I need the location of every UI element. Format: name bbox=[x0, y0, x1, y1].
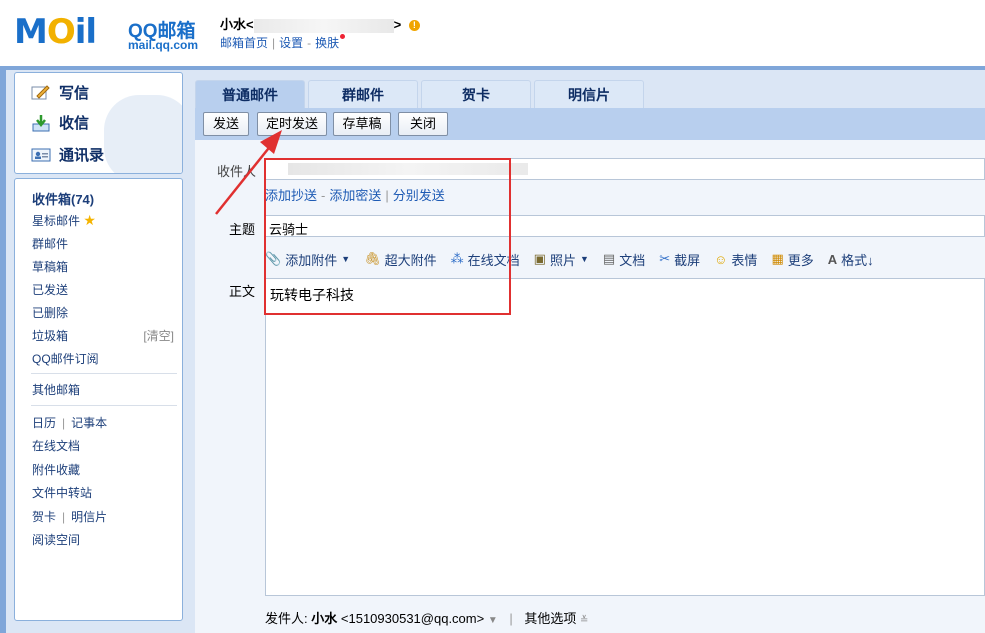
more-button[interactable]: ▦ 更多 bbox=[771, 250, 813, 269]
compose-label: 写信 bbox=[59, 85, 90, 102]
header-links: 邮箱首页 | 设置 - 换肤 bbox=[220, 34, 346, 51]
photo-button[interactable]: ▣ 照片 ▼ bbox=[534, 250, 589, 269]
folder-deleted[interactable]: 已删除 bbox=[32, 304, 68, 321]
tool-postcards[interactable]: 明信片 bbox=[71, 510, 107, 524]
other-mailboxes[interactable]: 其他邮箱 bbox=[32, 381, 80, 398]
logo-text: MOil bbox=[14, 12, 97, 52]
chevron-down-icon[interactable]: ▼ bbox=[341, 254, 350, 264]
folder-drafts[interactable]: 草稿箱 bbox=[32, 258, 68, 275]
subject-value: 云骑士 bbox=[269, 222, 309, 237]
divider bbox=[31, 405, 177, 406]
folder-subscriptions[interactable]: QQ邮件订阅 bbox=[32, 350, 99, 367]
screenshot-icon: ✂ bbox=[659, 251, 671, 266]
tool-attachment-favorites[interactable]: 附件收藏 bbox=[32, 461, 80, 478]
sender-bar: 发件人: 小水 <1510930531@qq.com> ▼ | 其他选项 ≚ bbox=[265, 611, 589, 626]
redacted-recipient bbox=[288, 163, 528, 175]
body-label: 正文 bbox=[229, 284, 256, 299]
more-options-link[interactable]: 其他选项 bbox=[524, 611, 576, 626]
compose-icon bbox=[31, 84, 51, 102]
tab-normal-mail[interactable]: 普通邮件 bbox=[195, 80, 305, 108]
link-skin[interactable]: 换肤 bbox=[315, 36, 339, 50]
save-draft-button[interactable]: 存草稿 bbox=[333, 112, 391, 136]
tab-group-mail[interactable]: 群邮件 bbox=[308, 80, 418, 108]
add-attachment-button[interactable]: 📎 添加附件 ▼ bbox=[265, 250, 350, 269]
large-attachment-button[interactable]: 🖇 超大附件 bbox=[364, 250, 437, 269]
add-cc-link[interactable]: 添加抄送 bbox=[265, 188, 317, 203]
user-name: 小水 bbox=[220, 17, 247, 32]
send-button[interactable]: 发送 bbox=[203, 112, 249, 136]
document-button[interactable]: ▤ 文档 bbox=[603, 250, 645, 269]
sender-name: 小水 bbox=[311, 611, 338, 626]
folder-sent[interactable]: 已发送 bbox=[32, 281, 68, 298]
close-button[interactable]: 关闭 bbox=[398, 112, 448, 136]
tool-reading-space[interactable]: 阅读空间 bbox=[32, 531, 80, 548]
brand-domain: mail.qq.com bbox=[128, 38, 199, 52]
screenshot-button[interactable]: ✂ 截屏 bbox=[659, 250, 700, 269]
subject-field[interactable]: 云骑士 bbox=[265, 215, 985, 237]
subject-label: 主题 bbox=[229, 222, 256, 237]
inbox-check-label: 收信 bbox=[59, 115, 90, 132]
share-nodes-icon: ⁂ bbox=[450, 251, 464, 266]
folder-starred[interactable]: 星标邮件 ★ bbox=[32, 212, 96, 229]
header: MOil QQ邮箱 mail.qq.com 小水< > ! 邮箱首页 | 设置 - 换肤 bbox=[0, 0, 985, 66]
tool-calendar-notes: 日历 | 记事本 bbox=[32, 416, 108, 430]
star-icon: ★ bbox=[83, 212, 96, 228]
warning-icon[interactable]: ! bbox=[408, 20, 420, 32]
contacts-icon bbox=[31, 146, 51, 164]
tab-greeting-card[interactable]: 贺卡 bbox=[421, 80, 531, 108]
body-editor[interactable]: 玩转电子科技 bbox=[265, 278, 985, 596]
double-chevron-down-icon[interactable]: ≚ bbox=[580, 615, 588, 626]
grid-icon: ▦ bbox=[771, 251, 784, 266]
compose-toolbar: 发送 定时发送 存草稿 关闭 bbox=[195, 108, 985, 140]
body-value: 玩转电子科技 bbox=[270, 287, 354, 303]
user-info: 小水< > ! bbox=[220, 14, 420, 33]
smiley-icon: ☺ bbox=[714, 251, 728, 267]
inbox-check-button[interactable]: 收信 bbox=[31, 112, 89, 133]
folder-panel: 收件箱(74) 星标邮件 ★ 群邮件 草稿箱 已发送 已删除 垃圾箱 [清空] … bbox=[14, 178, 183, 621]
tool-notes[interactable]: 记事本 bbox=[71, 416, 107, 430]
link-settings[interactable]: 设置 bbox=[279, 36, 303, 50]
tab-postcard[interactable]: 明信片 bbox=[534, 80, 644, 108]
contacts-button[interactable]: 通讯录 bbox=[31, 144, 104, 165]
tool-cards-postcards: 贺卡 | 明信片 bbox=[32, 510, 108, 524]
chevron-down-icon[interactable]: ▼ bbox=[488, 615, 498, 626]
folder-inbox[interactable]: 收件箱(74) bbox=[32, 189, 94, 208]
separate-send-link[interactable]: 分别发送 bbox=[393, 188, 445, 203]
document-icon: ▤ bbox=[602, 251, 616, 266]
recipient-options: 添加抄送 - 添加密送 | 分别发送 bbox=[265, 188, 445, 203]
tool-cards[interactable]: 贺卡 bbox=[32, 510, 56, 524]
format-button[interactable]: A 格式↓ bbox=[828, 250, 874, 269]
inbox-download-icon bbox=[31, 114, 51, 132]
photo-icon: ▣ bbox=[533, 251, 546, 266]
qq-mail-logo[interactable]: MOil QQ邮箱 mail.qq.com bbox=[14, 12, 204, 54]
chevron-down-icon[interactable]: ▼ bbox=[580, 254, 589, 264]
font-a-icon: A bbox=[827, 251, 838, 267]
penguin-watermark-icon bbox=[104, 95, 182, 173]
divider bbox=[31, 373, 177, 374]
primary-actions-panel: 写信 收信 通讯录 bbox=[14, 72, 183, 174]
redacted-email bbox=[253, 18, 394, 33]
link-mail-home[interactable]: 邮箱首页 bbox=[220, 36, 268, 50]
sender-label: 发件人: bbox=[265, 611, 308, 626]
format-toolbar: 📎 添加附件 ▼ 🖇 超大附件 ⁂ 在线文档 ▣ 照片 ▼ ▤ 文档 ✂ 截屏 ☺ 表情 ▦ 更多 … bbox=[265, 248, 874, 270]
folder-spam[interactable]: 垃圾箱 bbox=[32, 327, 68, 344]
tool-file-transfer[interactable]: 文件中转站 bbox=[32, 484, 92, 501]
compose-button[interactable]: 写信 bbox=[31, 82, 89, 103]
notification-dot bbox=[340, 34, 346, 39]
tool-calendar[interactable]: 日历 bbox=[32, 416, 56, 430]
folder-group-mail[interactable]: 群邮件 bbox=[32, 235, 68, 252]
to-label: 收件人 bbox=[217, 164, 257, 179]
contacts-label: 通讯录 bbox=[59, 147, 105, 164]
empty-spam-link[interactable]: [清空] bbox=[143, 327, 174, 344]
add-bcc-link[interactable]: 添加密送 bbox=[329, 188, 381, 203]
online-doc-button[interactable]: ⁂ 在线文档 bbox=[451, 250, 520, 269]
tool-online-docs[interactable]: 在线文档 bbox=[32, 437, 80, 454]
emoji-button[interactable]: ☺ 表情 bbox=[714, 250, 757, 269]
sender-email[interactable]: <1510930531@qq.com> bbox=[341, 611, 484, 626]
paperclip-icon: 📎 bbox=[265, 251, 282, 266]
large-attachment-icon: 🖇 bbox=[364, 251, 381, 266]
to-field[interactable] bbox=[265, 158, 985, 180]
scheduled-send-button[interactable]: 定时发送 bbox=[257, 112, 327, 136]
compose-form: 收件人 添加抄送 - 添加密送 | 分别发送 主题 云骑士 📎 添加附件 ▼ 🖇 超大附件 ⁂… bbox=[195, 140, 985, 633]
